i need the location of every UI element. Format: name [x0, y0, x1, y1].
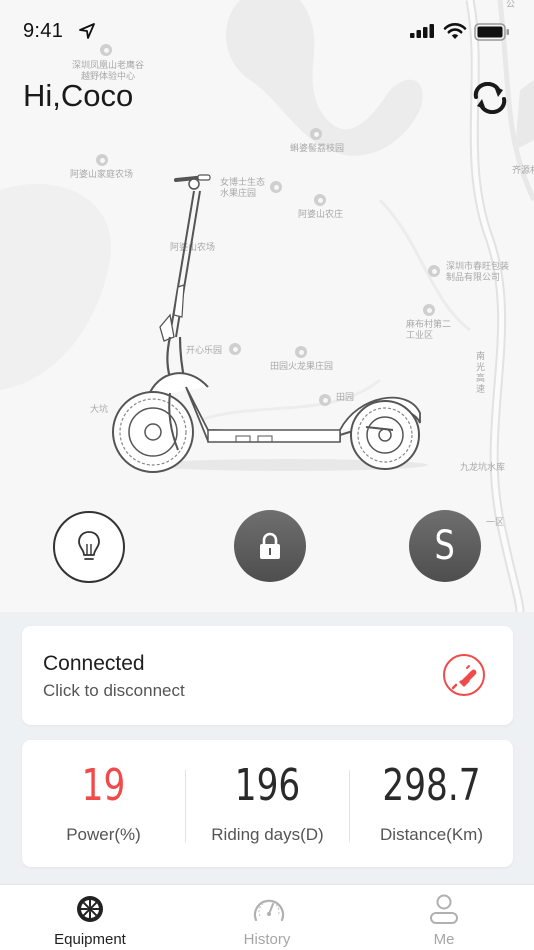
person-icon [430, 894, 458, 924]
map-label: 南光高速 [476, 352, 486, 395]
tab-equipment-label: Equipment [54, 931, 126, 948]
riding-days-stat: 196 Riding days(D) [186, 740, 349, 867]
distance-value: 298.7 [382, 760, 481, 811]
disconnect-plug-icon[interactable] [443, 654, 485, 696]
power-stat: 19 Power(%) [22, 740, 185, 867]
location-arrow-icon [79, 23, 95, 39]
riding-days-value: 196 [234, 760, 301, 811]
cellular-signal-icon [410, 24, 434, 38]
lightbulb-icon [78, 531, 100, 560]
scooter-image [112, 174, 428, 473]
connection-card[interactable]: Connected Click to disconnect [22, 626, 513, 725]
disconnect-hint: Click to disconnect [43, 681, 185, 700]
wheel-icon [77, 896, 103, 922]
map-label: 大坑 [90, 405, 109, 415]
lock-icon [260, 532, 280, 559]
tab-me[interactable]: Me [384, 885, 504, 950]
riding-days-label: Riding days(D) [211, 825, 324, 844]
power-value: 19 [81, 760, 126, 811]
stats-card: 19 Power(%) 196 Riding days(D) 298.7 Dis… [22, 740, 513, 867]
tab-bar: Equipment History Me [0, 884, 534, 950]
speedometer-icon [253, 899, 285, 922]
map-label: 公 [506, 0, 516, 10]
distance-stat: 298.7 Distance(Km) [350, 740, 513, 867]
tab-equipment[interactable]: Equipment [30, 885, 150, 950]
tab-history-label: History [243, 931, 291, 948]
map-pin-icon [428, 265, 440, 277]
speed-mode-button[interactable]: S [409, 510, 481, 582]
map-pin-icon [96, 154, 108, 166]
map-label: 深圳市春旺包装制品有限公司 [446, 262, 510, 283]
greeting-title: Hi,Coco [23, 78, 134, 113]
status-time: 9:41 [23, 20, 64, 42]
map-pin-icon [310, 128, 322, 140]
map-label: 一区 [486, 518, 505, 528]
connection-status: Connected [43, 652, 145, 675]
map-hero: 深圳凤凰山老鹰谷越野体验中心 阿婆山家庭农场 蝌婆髻荔枝园 女博士生态水果庄园 … [0, 0, 534, 612]
map-pin-icon [100, 44, 112, 56]
distance-label: Distance(Km) [380, 825, 483, 844]
tab-me-label: Me [433, 931, 455, 948]
map-label: 齐源村 [512, 166, 534, 176]
refresh-icon[interactable] [472, 82, 508, 114]
headlight-toggle-button[interactable] [53, 511, 125, 583]
battery-icon [474, 23, 509, 41]
tab-history[interactable]: History [207, 885, 327, 950]
map-label: 九龙坑水库 [460, 463, 506, 473]
lock-button[interactable] [234, 510, 306, 582]
map-label: 蝌婆髻荔枝园 [290, 144, 345, 154]
power-label: Power(%) [66, 825, 141, 844]
wifi-icon [443, 23, 467, 39]
plug-icon [451, 665, 477, 690]
speed-mode-label: S [434, 523, 456, 569]
